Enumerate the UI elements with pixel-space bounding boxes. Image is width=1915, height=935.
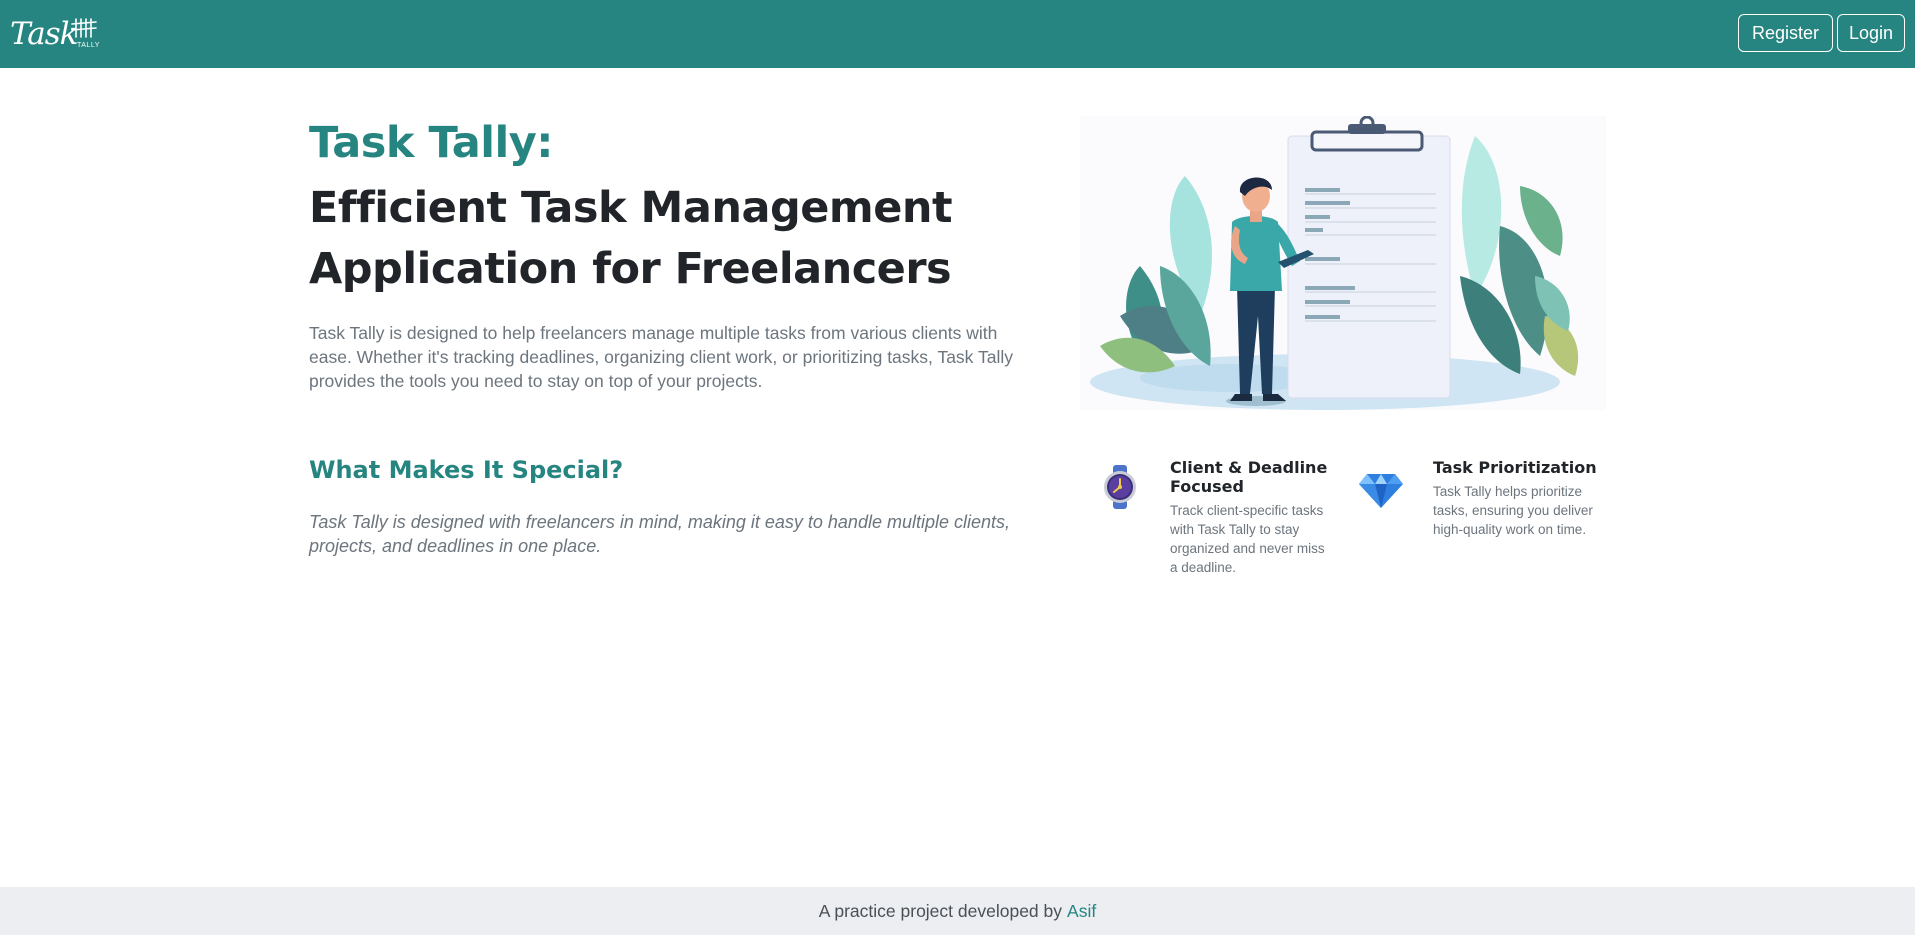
logo-script-text: Task [10, 16, 78, 52]
hero-title-main: Efficient Task Management Application fo… [309, 183, 953, 294]
hero-title-accent: Task Tally: [309, 118, 553, 168]
tally-marks-icon [71, 18, 97, 38]
feature-text-client-deadline: Track client-specific tasks with Task Ta… [1170, 503, 1325, 575]
feature-title-client-deadline: Client & Deadline Focused [1170, 458, 1328, 496]
diamond-icon [1359, 474, 1403, 508]
footer-text: A practice project developed by [818, 900, 1063, 921]
footer-author-link[interactable]: Asif [1067, 901, 1096, 922]
register-button[interactable]: Register [1738, 14, 1833, 52]
navbar: Task TALLY Register Login [0, 0, 1915, 68]
freelancer-clipboard-illustration [1090, 115, 1579, 410]
login-button[interactable]: Login [1837, 14, 1905, 52]
feature-title-prioritization: Task Prioritization [1433, 458, 1597, 477]
footer: A practice project developed by Asif [0, 887, 1915, 935]
feature-text-prioritization: Task Tally helps prioritize tasks, ensur… [1433, 484, 1593, 537]
brand-logo[interactable]: Task TALLY [8, 14, 100, 56]
hero-illustration [1080, 115, 1606, 410]
special-section-description: Task Tally is designed with freelancers … [309, 512, 1011, 556]
watch-icon [1104, 465, 1136, 509]
logo-subtext: TALLY [77, 42, 100, 49]
hero-description: Task Tally is designed to help freelance… [309, 323, 1013, 391]
special-section-title: What Makes It Special? [309, 456, 624, 484]
